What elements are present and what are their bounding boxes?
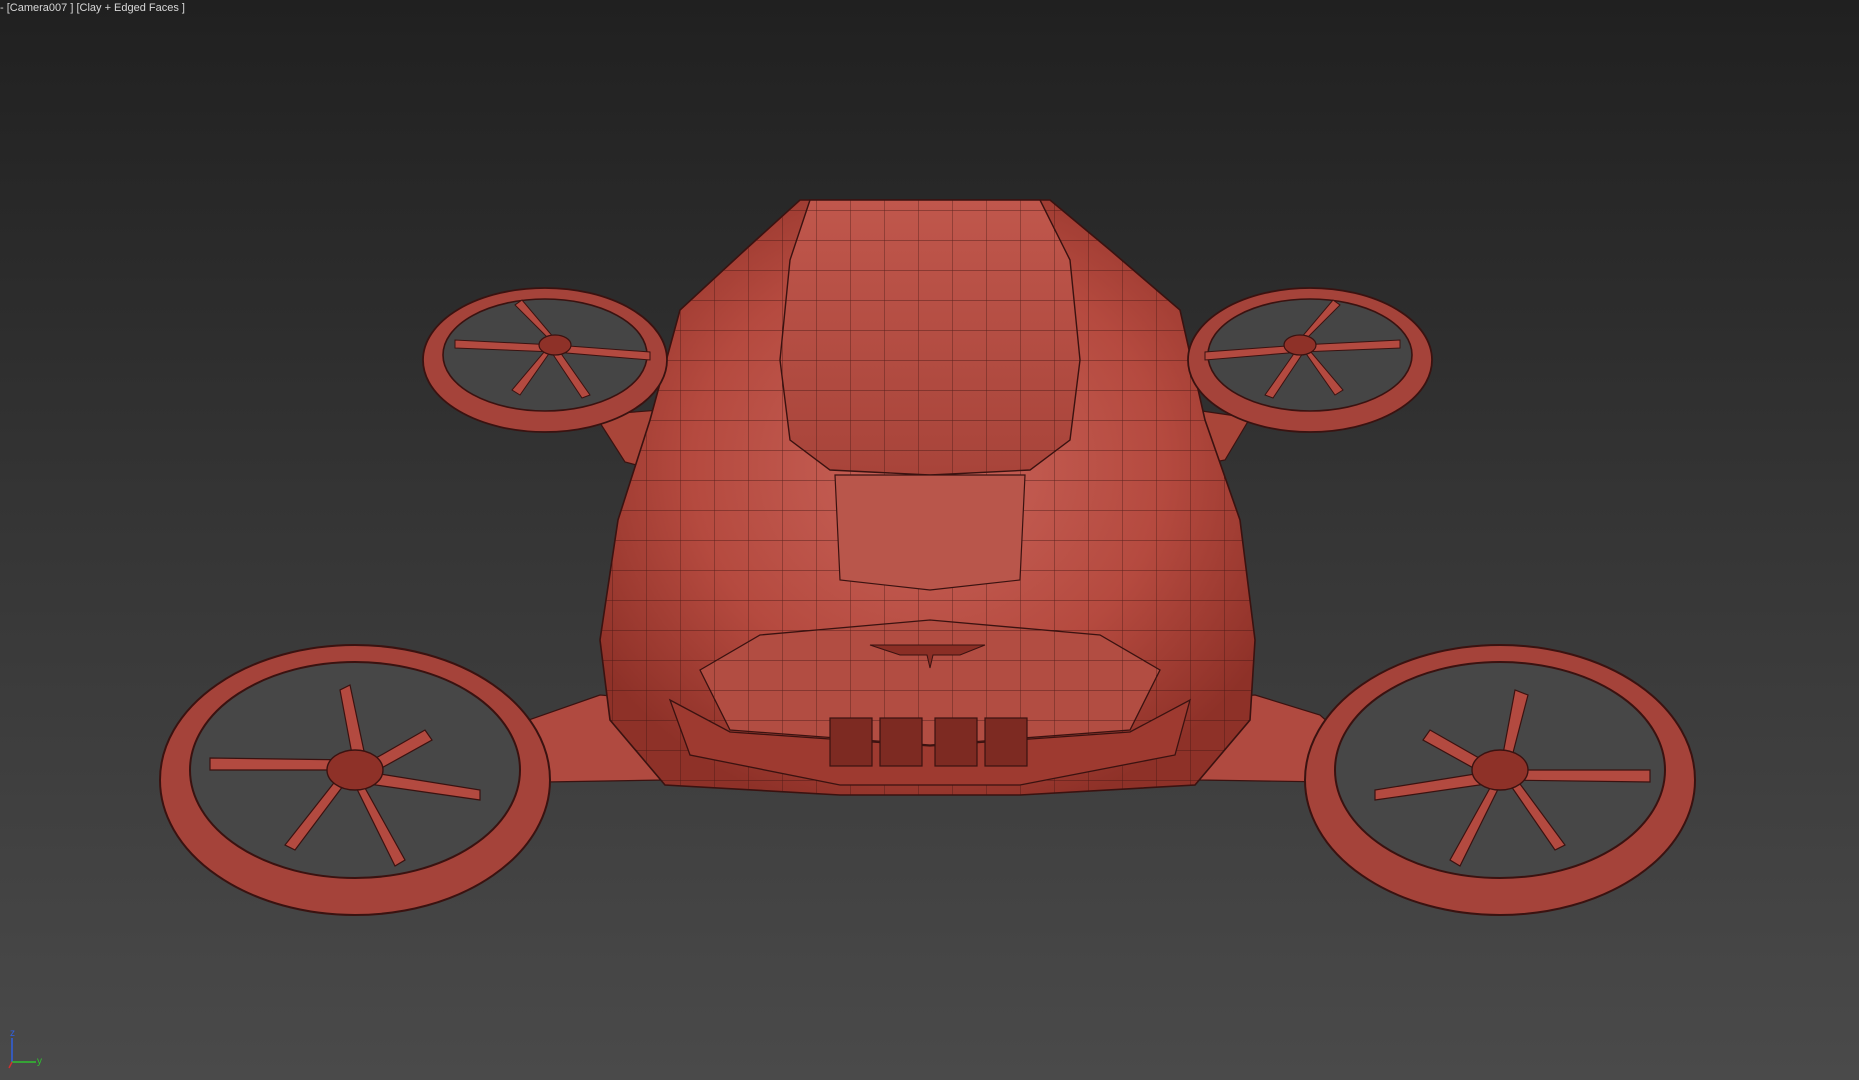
axis-y-label: y bbox=[37, 1056, 42, 1067]
rotor-front-left bbox=[159, 644, 551, 916]
view-axis-gizmo-icon: z y bbox=[8, 1028, 42, 1069]
axis-z-label: z bbox=[10, 1028, 15, 1039]
camera-viewport[interactable]: - [Camera007 ] [Clay + Edged Faces ] z y bbox=[0, 0, 1859, 1080]
flying-car-model[interactable] bbox=[0, 0, 1859, 1080]
car-body bbox=[599, 199, 1256, 796]
rotor-rear-left bbox=[422, 287, 668, 433]
rotor-front-right bbox=[1304, 644, 1696, 916]
rotor-rear-right bbox=[1187, 287, 1433, 433]
